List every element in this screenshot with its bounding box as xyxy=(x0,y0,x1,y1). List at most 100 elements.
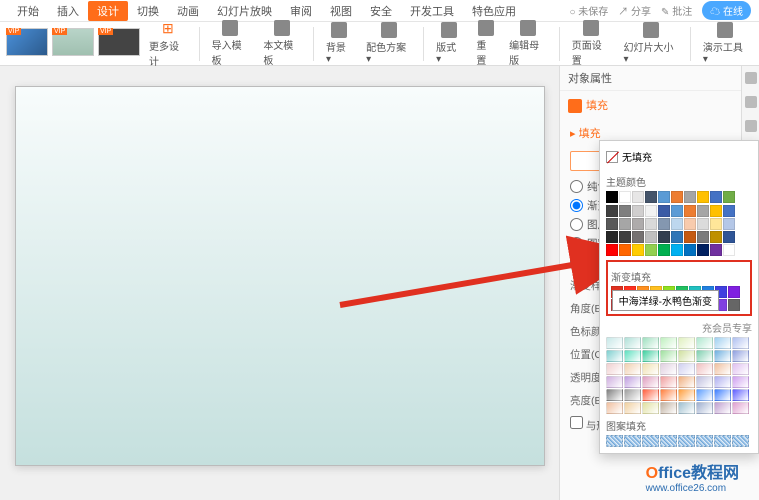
gradient-swatch[interactable] xyxy=(624,389,641,401)
reset-button[interactable]: 重置 xyxy=(471,20,500,67)
color-swatch[interactable] xyxy=(723,191,735,203)
gradient-swatch[interactable] xyxy=(714,376,731,388)
gradient-swatch[interactable] xyxy=(606,389,623,401)
color-swatch[interactable] xyxy=(632,205,644,217)
gradient-swatch[interactable] xyxy=(642,402,659,414)
gradient-swatch[interactable] xyxy=(714,402,731,414)
tab-developer[interactable]: 开发工具 xyxy=(401,3,463,19)
theme-thumb-2[interactable]: VIP xyxy=(52,28,94,59)
tab-design[interactable]: 设计 xyxy=(88,1,128,21)
gradient-swatch[interactable] xyxy=(642,350,659,362)
slide[interactable] xyxy=(15,86,545,466)
color-swatch[interactable] xyxy=(684,191,696,203)
pattern-swatch[interactable] xyxy=(606,435,623,447)
color-swatch[interactable] xyxy=(671,218,683,230)
color-swatch[interactable] xyxy=(658,218,670,230)
color-swatch[interactable] xyxy=(684,231,696,243)
tab-view[interactable]: 视图 xyxy=(321,3,361,19)
theme-thumb-3[interactable]: VIP xyxy=(98,28,140,59)
color-swatch[interactable] xyxy=(728,286,740,298)
pattern-swatch[interactable] xyxy=(624,435,641,447)
layout-button[interactable]: 版式 ▾ xyxy=(431,22,467,65)
tab-slideshow[interactable]: 幻灯片放映 xyxy=(208,3,281,19)
gradient-swatch[interactable] xyxy=(732,350,749,362)
color-swatch[interactable] xyxy=(606,191,618,203)
color-swatch[interactable] xyxy=(723,244,735,256)
slide-size-button[interactable]: 幻灯片大小 ▾ xyxy=(618,22,682,65)
color-swatch[interactable] xyxy=(671,205,683,217)
panel-tab-fill[interactable]: 填充 xyxy=(560,91,759,119)
page-setup-button[interactable]: 页面设置 xyxy=(567,20,615,67)
color-swatch[interactable] xyxy=(710,205,722,217)
pattern-swatch[interactable] xyxy=(660,435,677,447)
color-swatch[interactable] xyxy=(645,205,657,217)
edit-master-button[interactable]: 编辑母版 xyxy=(504,20,552,67)
gradient-swatch[interactable] xyxy=(624,376,641,388)
tab-transition[interactable]: 切换 xyxy=(128,3,168,19)
gradient-swatch[interactable] xyxy=(660,363,677,375)
pattern-swatch[interactable] xyxy=(696,435,713,447)
color-swatch[interactable] xyxy=(710,191,722,203)
background-button[interactable]: 背景 ▾ xyxy=(321,22,357,65)
gradient-swatch[interactable] xyxy=(660,376,677,388)
color-swatch[interactable] xyxy=(697,244,709,256)
gradient-swatch[interactable] xyxy=(606,350,623,362)
color-swatch[interactable] xyxy=(606,231,618,243)
gradient-swatch[interactable] xyxy=(678,389,695,401)
gradient-swatch[interactable] xyxy=(678,337,695,349)
gradient-swatch[interactable] xyxy=(660,350,677,362)
gradient-swatch[interactable] xyxy=(678,363,695,375)
color-swatch[interactable] xyxy=(632,244,644,256)
color-swatch[interactable] xyxy=(728,299,740,311)
color-swatch[interactable] xyxy=(658,191,670,203)
gradient-swatch[interactable] xyxy=(714,337,731,349)
gradient-swatch[interactable] xyxy=(624,402,641,414)
gradient-swatch[interactable] xyxy=(624,337,641,349)
gradient-swatch[interactable] xyxy=(624,350,641,362)
more-design-button[interactable]: ⊞更多设计 xyxy=(144,20,192,68)
color-swatch[interactable] xyxy=(619,205,631,217)
gradient-swatch[interactable] xyxy=(606,376,623,388)
annotate-button[interactable]: ✎ 批注 xyxy=(661,3,692,18)
gradient-swatch[interactable] xyxy=(606,337,623,349)
gradient-swatch[interactable] xyxy=(678,350,695,362)
share-button[interactable]: ↗ 分享 xyxy=(618,3,651,18)
gradient-swatch[interactable] xyxy=(678,402,695,414)
gradient-swatch[interactable] xyxy=(732,402,749,414)
pattern-swatch[interactable] xyxy=(714,435,731,447)
gradient-swatch[interactable] xyxy=(696,337,713,349)
gradient-swatch[interactable] xyxy=(714,350,731,362)
gradient-swatch[interactable] xyxy=(642,337,659,349)
color-swatch[interactable] xyxy=(619,191,631,203)
color-swatch[interactable] xyxy=(658,231,670,243)
gradient-swatch[interactable] xyxy=(660,389,677,401)
gradient-swatch[interactable] xyxy=(732,337,749,349)
gradient-swatch[interactable] xyxy=(660,337,677,349)
color-swatch[interactable] xyxy=(619,244,631,256)
theme-thumb-1[interactable]: VIP xyxy=(6,28,48,59)
import-template-button[interactable]: 导入模板 xyxy=(207,20,255,67)
tab-review[interactable]: 审阅 xyxy=(281,3,321,19)
color-swatch[interactable] xyxy=(606,205,618,217)
pattern-swatch[interactable] xyxy=(732,435,749,447)
pattern-swatch[interactable] xyxy=(642,435,659,447)
tool-icon-3[interactable] xyxy=(745,120,757,132)
color-scheme-button[interactable]: 配色方案 ▾ xyxy=(361,22,416,65)
tab-insert[interactable]: 插入 xyxy=(48,3,88,19)
show-tools-button[interactable]: 演示工具 ▾ xyxy=(698,22,753,65)
color-swatch[interactable] xyxy=(632,231,644,243)
gradient-swatch[interactable] xyxy=(714,363,731,375)
tab-start[interactable]: 开始 xyxy=(8,3,48,19)
color-swatch[interactable] xyxy=(723,205,735,217)
color-swatch[interactable] xyxy=(671,191,683,203)
color-swatch[interactable] xyxy=(684,244,696,256)
no-fill-option[interactable]: 无填充 xyxy=(606,147,752,170)
tab-security[interactable]: 安全 xyxy=(361,3,401,19)
gradient-swatch[interactable] xyxy=(642,389,659,401)
color-swatch[interactable] xyxy=(684,205,696,217)
color-swatch[interactable] xyxy=(671,244,683,256)
color-swatch[interactable] xyxy=(645,191,657,203)
color-swatch[interactable] xyxy=(697,191,709,203)
gradient-swatch[interactable] xyxy=(732,376,749,388)
color-swatch[interactable] xyxy=(645,218,657,230)
